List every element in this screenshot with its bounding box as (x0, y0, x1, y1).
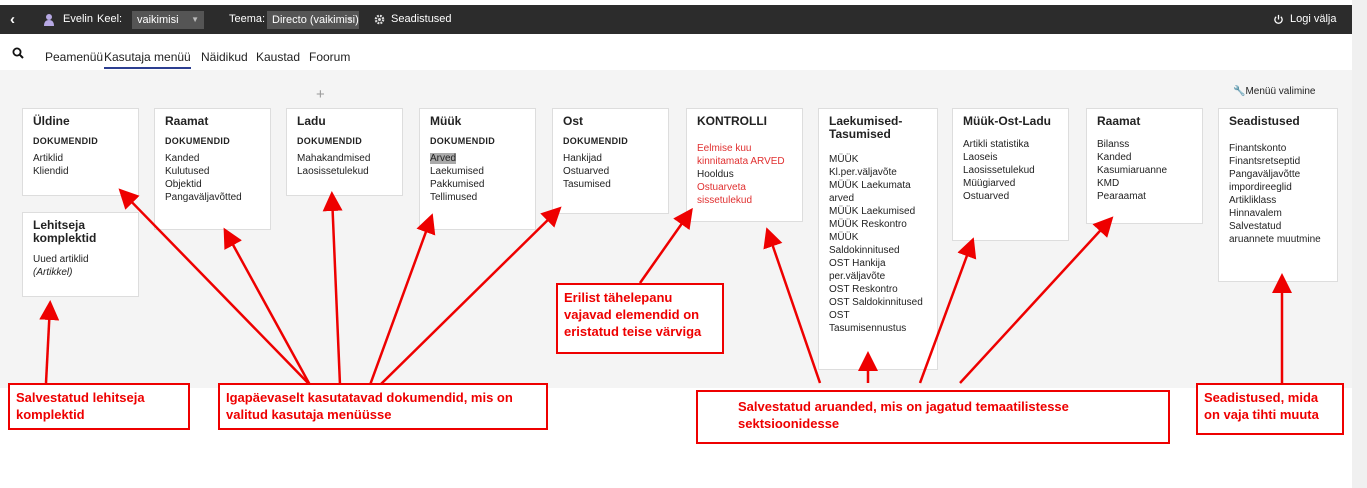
arrow (223, 227, 312, 386)
annotation-daily-documents: Igapäevaselt kasutatavad dokumendid, mis… (218, 383, 548, 430)
arrow (379, 206, 562, 386)
arrow (959, 216, 1114, 384)
arrow (368, 213, 436, 386)
arrow (763, 227, 822, 384)
arrow (322, 191, 343, 386)
annotation-saved-browser-sets: Salvestatud lehitseja komplektid (8, 383, 190, 430)
annotation-frequent-settings: Seadistused, mida on vaja tihti muuta (1196, 383, 1344, 435)
arrow (39, 300, 60, 384)
annotation-highlighted-elements: Erilist tähelepanu vajavad elemendid on … (556, 283, 724, 354)
arrow (118, 188, 311, 386)
annotation-saved-reports: Salvestatud aruanded, mis on jagatud tem… (696, 390, 1170, 444)
arrow (638, 207, 693, 284)
arrow (918, 237, 977, 384)
